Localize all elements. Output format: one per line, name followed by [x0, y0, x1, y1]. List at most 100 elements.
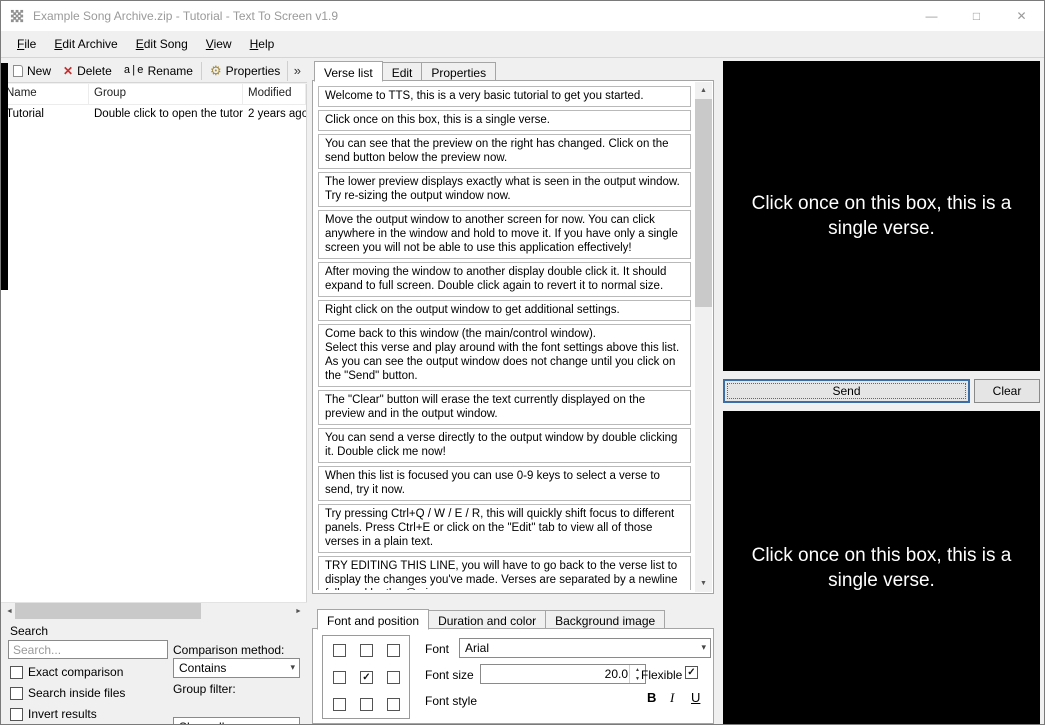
scroll-right-icon: ► — [295, 608, 302, 615]
verse-item[interactable]: The lower preview displays exactly what … — [318, 172, 691, 207]
font-select[interactable]: Arial ▾ — [459, 638, 711, 658]
cell-group: Double click to open the tutorial — [89, 105, 243, 125]
delete-button-label: Delete — [77, 64, 112, 78]
font-position-panel: ✓ Font Arial ▾ Font size ▲ ▼ Flexible ✓ … — [312, 628, 714, 724]
output-preview-top[interactable]: Click once on this box, this is a single… — [723, 61, 1040, 371]
tab-verse-list[interactable]: Verse list — [314, 61, 383, 82]
position-checkbox[interactable] — [387, 698, 400, 711]
combo-value: Contains — [179, 661, 226, 675]
maximize-icon: □ — [973, 9, 980, 23]
font-size-label: Font size — [425, 668, 474, 682]
vertical-scroll-thumb[interactable] — [695, 99, 712, 307]
flexible-checkbox[interactable]: ✓ — [685, 666, 698, 679]
position-checkbox[interactable] — [333, 644, 346, 657]
column-header-modified[interactable]: Modified — [243, 84, 306, 104]
verse-item[interactable]: The "Clear" button will erase the text c… — [318, 390, 691, 425]
minimize-icon: — — [926, 9, 938, 23]
underline-button[interactable]: U — [691, 690, 700, 705]
tab-font-and-position[interactable]: Font and position — [317, 609, 429, 630]
search-panel: Search Exact comparison Search inside fi… — [1, 619, 307, 725]
verse-item[interactable]: Move the output window to another screen… — [318, 210, 691, 259]
scroll-up-button[interactable]: ▲ — [695, 82, 712, 99]
archive-row-tutorial[interactable]: Tutorial Double click to open the tutori… — [1, 105, 306, 125]
checkbox-search-inside-files[interactable]: Search inside files — [10, 686, 125, 700]
verse-item[interactable]: TRY EDITING THIS LINE, you will have to … — [318, 556, 691, 590]
rename-button[interactable]: a|e Rename — [118, 60, 199, 82]
checkbox-exact-comparison[interactable]: Exact comparison — [10, 665, 123, 679]
search-input[interactable] — [8, 640, 168, 659]
clear-button[interactable]: Clear — [974, 379, 1040, 403]
scroll-left-icon: ◄ — [6, 608, 13, 615]
verse-item[interactable]: Click once on this box, this is a single… — [318, 110, 691, 131]
tab-background-image[interactable]: Background image — [545, 610, 665, 629]
font-size-input[interactable] — [528, 666, 628, 682]
verse-item[interactable]: Welcome to TTS, this is a very basic tut… — [318, 86, 691, 107]
menu-item-edit-archive[interactable]: Edit Archive — [45, 32, 126, 56]
position-checkbox[interactable] — [387, 671, 400, 684]
archive-list: Name Group Modified Tutorial Double clic… — [1, 84, 307, 602]
italic-button[interactable]: I — [670, 690, 674, 706]
scroll-right-button[interactable]: ► — [290, 603, 307, 620]
minimize-button[interactable]: — — [909, 1, 954, 31]
verse-item[interactable]: When this list is focused you can use 0-… — [318, 466, 691, 501]
font-size-spinner: ▲ ▼ — [480, 664, 646, 684]
checkbox[interactable] — [10, 687, 23, 700]
output-preview-bottom[interactable]: Click once on this box, this is a single… — [723, 411, 1040, 725]
scroll-down-button[interactable]: ▼ — [695, 575, 712, 592]
verse-list-panel: Welcome to TTS, this is a very basic tut… — [312, 80, 714, 594]
scroll-down-icon: ▼ — [700, 580, 707, 587]
horizontal-scrollbar[interactable]: ◄ ► — [1, 602, 307, 619]
horizontal-scroll-thumb[interactable] — [15, 603, 201, 620]
tab-edit[interactable]: Edit — [382, 62, 423, 81]
position-checkbox[interactable] — [360, 644, 373, 657]
chevron-down-icon: ▾ — [290, 721, 295, 725]
menu-item-view[interactable]: View — [197, 32, 241, 56]
column-header-group[interactable]: Group — [89, 84, 243, 104]
delete-button[interactable]: ✕ Delete — [57, 60, 118, 82]
comparison-method-select[interactable]: Contains ▾ — [173, 658, 300, 678]
verse-scrollbar[interactable]: ▲ ▼ — [695, 82, 712, 592]
checkbox-invert-results[interactable]: Invert results — [10, 707, 97, 721]
clear-button-label: Clear — [993, 384, 1022, 398]
close-button[interactable]: ✕ — [999, 1, 1044, 31]
group-filter-select[interactable]: Show all ▾ — [173, 717, 300, 725]
position-checkbox[interactable] — [333, 671, 346, 684]
checkbox[interactable] — [10, 666, 23, 679]
verse-item[interactable]: Right click on the output window to get … — [318, 300, 691, 321]
chevron-down-icon: ▾ — [701, 642, 706, 653]
position-checkbox[interactable] — [387, 644, 400, 657]
properties-button[interactable]: ⚙ Properties — [204, 60, 286, 82]
position-checkbox[interactable] — [360, 698, 373, 711]
position-checkbox[interactable] — [333, 698, 346, 711]
checkbox[interactable] — [10, 708, 23, 721]
position-checkbox[interactable]: ✓ — [360, 671, 373, 684]
verse-list: Welcome to TTS, this is a very basic tut… — [318, 86, 691, 590]
send-button[interactable]: Send — [723, 379, 970, 403]
chevron-double-right-icon: » — [294, 63, 301, 78]
menu-item-edit-song[interactable]: Edit Song — [127, 32, 197, 56]
preview-text: Click once on this box, this is a single… — [732, 543, 1032, 593]
position-grid: ✓ — [322, 635, 410, 719]
maximize-button[interactable]: □ — [954, 1, 999, 31]
column-header-name[interactable]: Name — [1, 84, 89, 104]
archive-list-header: Name Group Modified — [1, 84, 306, 105]
verse-item[interactable]: Come back to this window (the main/contr… — [318, 324, 691, 387]
checkbox-label: Exact comparison — [28, 665, 123, 679]
new-button[interactable]: New — [7, 60, 57, 82]
verse-item[interactable]: You can see that the preview on the righ… — [318, 134, 691, 169]
menu-item-file[interactable]: File — [8, 32, 45, 56]
app-window: Example Song Archive.zip - Tutorial - Te… — [0, 0, 1045, 725]
flexible-label: Flexible — [641, 668, 682, 682]
preview-text: Click once on this box, this is a single… — [732, 191, 1032, 241]
toolbar-overflow-button[interactable]: » — [287, 61, 307, 81]
verse-item[interactable]: You can send a verse directly to the out… — [318, 428, 691, 463]
scroll-up-icon: ▲ — [700, 87, 707, 94]
tab-properties[interactable]: Properties — [421, 62, 496, 81]
verse-item[interactable]: After moving the window to another displ… — [318, 262, 691, 297]
spin-down-icon: ▼ — [635, 676, 640, 682]
delete-x-icon: ✕ — [63, 64, 73, 78]
tab-duration-and-color[interactable]: Duration and color — [428, 610, 546, 629]
menu-item-help[interactable]: Help — [241, 32, 284, 56]
verse-item[interactable]: Try pressing Ctrl+Q / W / E / R, this wi… — [318, 504, 691, 553]
bold-button[interactable]: B — [647, 690, 656, 705]
